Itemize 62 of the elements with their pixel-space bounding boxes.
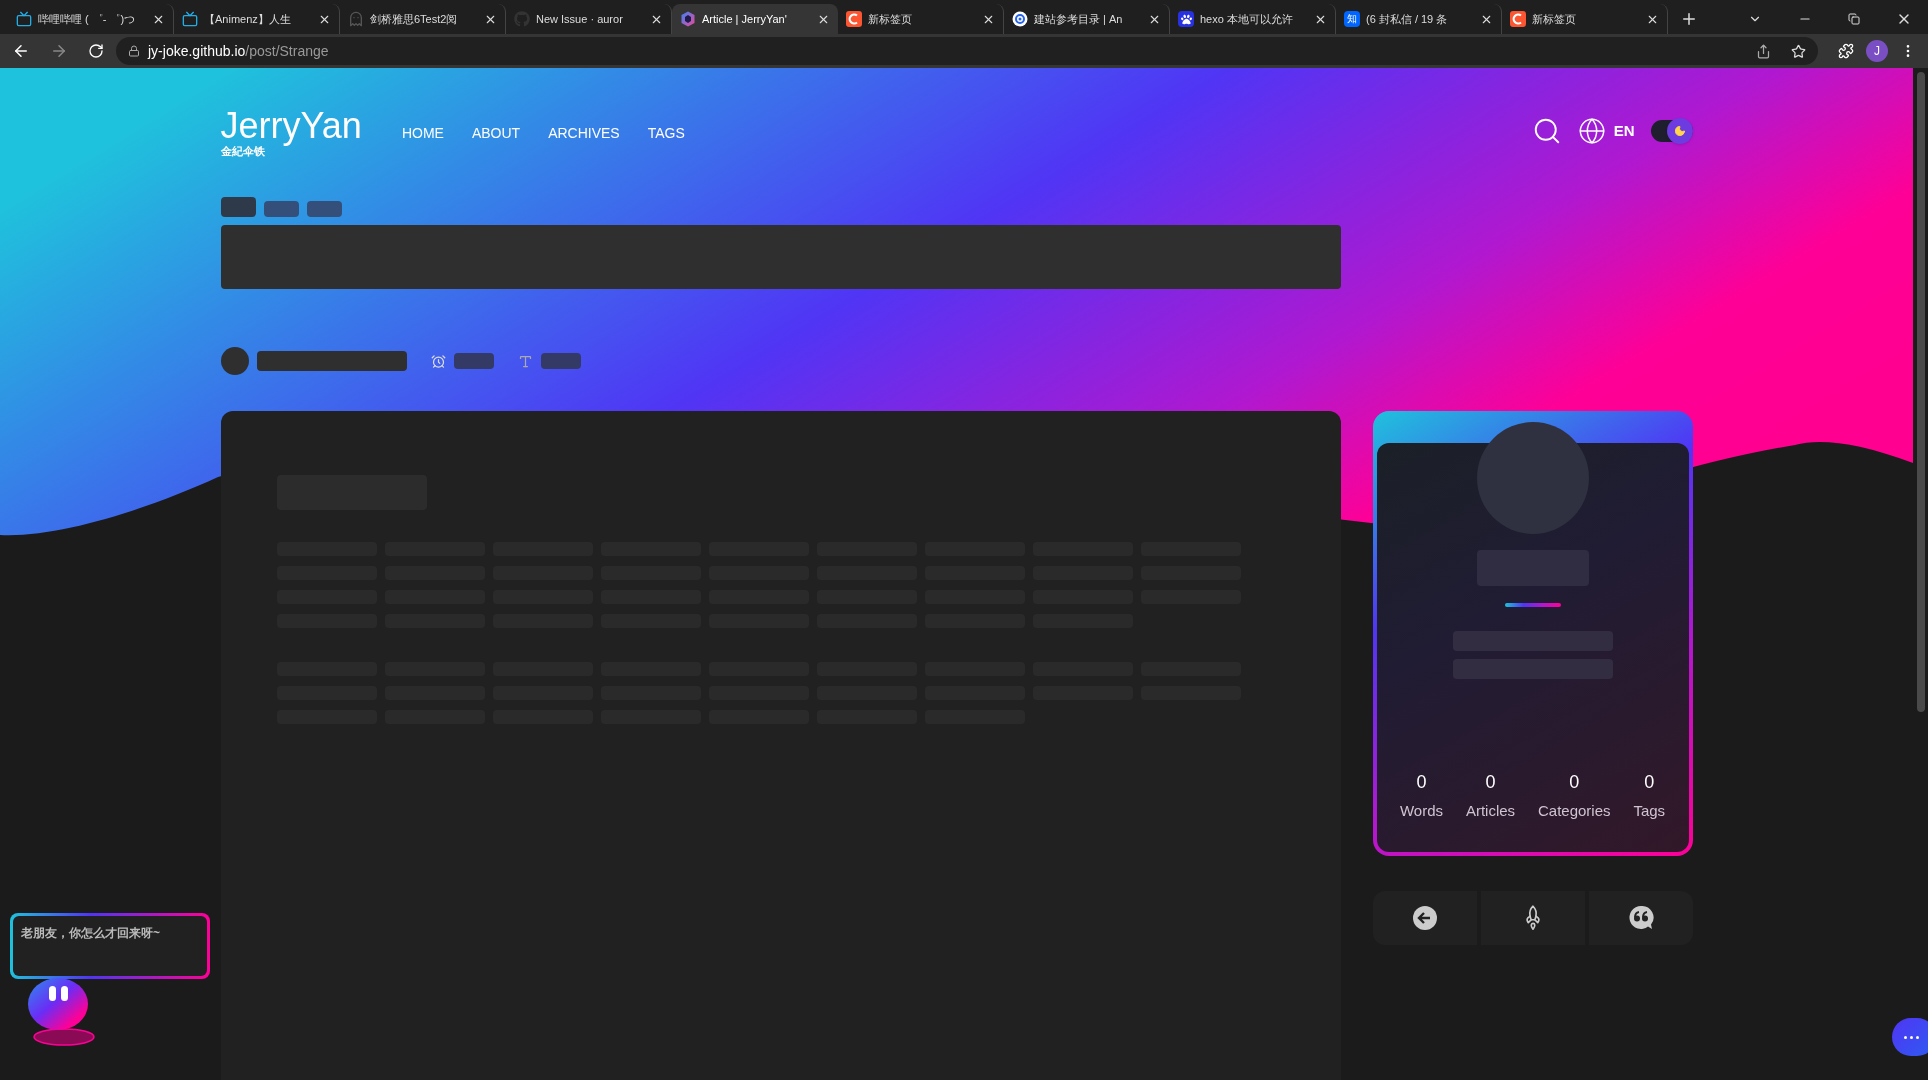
address-field[interactable]: jy-joke.github.io/post/Strange (116, 37, 1818, 65)
reload-icon[interactable] (88, 43, 104, 59)
swirl-icon (1012, 11, 1028, 27)
back-icon[interactable] (12, 42, 30, 60)
language-link[interactable]: EN (1613, 119, 1635, 143)
stat-label: Tags (1633, 800, 1666, 821)
skeleton-bar (220, 197, 256, 217)
tab-title: 新标签页 (868, 11, 912, 27)
new-tab-icon[interactable] (1680, 10, 1698, 28)
alarm-clock-icon (430, 353, 446, 369)
back-button[interactable] (1372, 891, 1477, 945)
text-icon (517, 353, 533, 369)
tab-title: 哔哩哔哩 ( ゜- ゜)つ (38, 11, 136, 27)
skeleton-bar (306, 201, 342, 217)
forward-icon[interactable] (50, 42, 68, 60)
extensions-icon[interactable] (1838, 43, 1854, 59)
tab-title: 建站参考目录 | An (1034, 11, 1123, 27)
skeleton-bar (540, 353, 581, 369)
stat-value: 0 (1416, 770, 1427, 794)
tab-title: 新标签页 (1532, 11, 1576, 27)
tab-title: hexo 本地可以允许 (1200, 11, 1293, 27)
scroll-top-button[interactable] (1480, 891, 1585, 945)
stat-value: 0 (1569, 770, 1580, 794)
zhihu-icon: 知 (1344, 11, 1360, 27)
comment-button[interactable] (1588, 891, 1693, 945)
browser-tab[interactable]: Article | JerryYan' (672, 4, 838, 34)
nav-link[interactable]: ARCHIVES (548, 122, 620, 144)
nav-link[interactable]: TAGS (647, 122, 685, 144)
c-logo-icon (1510, 11, 1526, 27)
tab-title: 剑桥雅思6Test2阅 (370, 11, 458, 27)
url-host: jy-joke.github.io (148, 41, 246, 61)
url-path: /post/Strange (245, 41, 329, 61)
quote-bubble-icon (1627, 905, 1654, 931)
tab-title: (6 封私信 / 19 条 (1366, 11, 1448, 27)
ghost-icon (348, 11, 364, 27)
globe-icon[interactable] (1577, 117, 1606, 145)
skeleton-bar (263, 201, 299, 217)
profile-avatar[interactable]: J (1866, 40, 1888, 62)
paw-icon (1178, 11, 1194, 27)
tab-title: 【Animenz】人生 (204, 11, 291, 27)
skeleton-bar (453, 353, 494, 369)
tv-icon (182, 11, 198, 27)
tab-title: New Issue · auror (536, 11, 623, 27)
arrow-left-circle-icon (1412, 906, 1437, 930)
c-logo-icon (846, 11, 862, 27)
stat-label: Words (1399, 800, 1443, 821)
site-subtitle: 金紀伞铁 (220, 145, 265, 157)
restore-icon[interactable] (1848, 13, 1860, 25)
stat-label: Categories (1537, 800, 1611, 821)
tab-title: Article | JerryYan' (702, 11, 787, 27)
stat-value: 0 (1485, 770, 1496, 794)
moon-icon (1673, 125, 1686, 137)
dark-mode-toggle[interactable] (1650, 120, 1693, 142)
stat-label: Articles (1465, 800, 1516, 821)
lock-icon (128, 45, 140, 57)
mascot-message: 老朋友，你怎么才回来呀~ (21, 926, 160, 940)
chat-button[interactable] (1892, 1018, 1928, 1056)
tv-icon (16, 11, 32, 27)
share-icon[interactable] (1756, 43, 1771, 59)
stat-value: 0 (1644, 770, 1655, 794)
star-icon[interactable] (1791, 43, 1806, 59)
hexagon-icon (680, 11, 696, 27)
